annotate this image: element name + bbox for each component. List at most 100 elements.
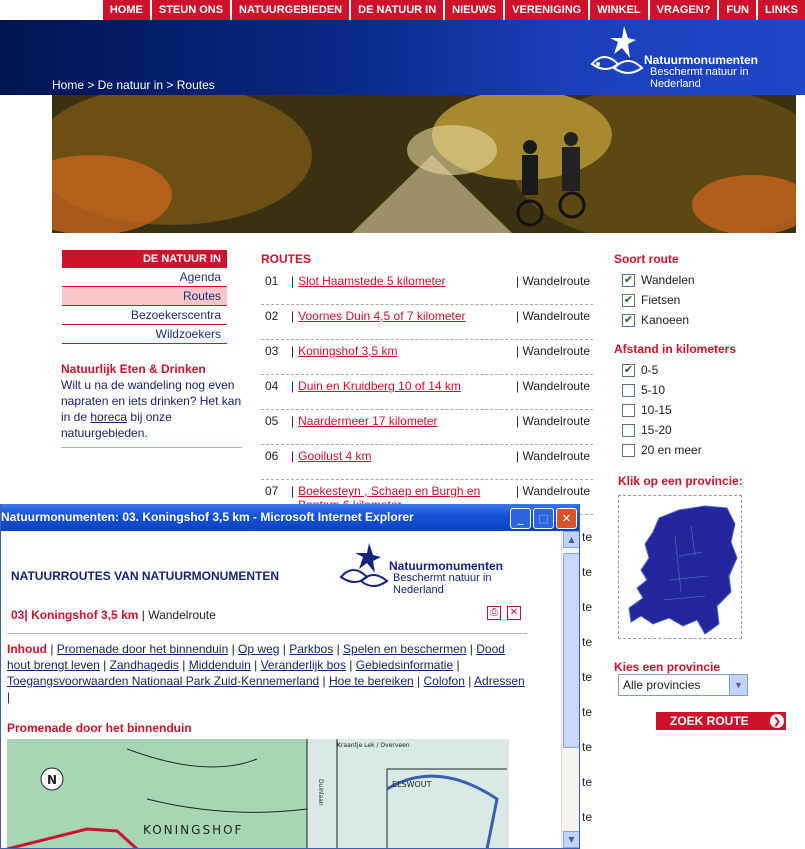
toc-link[interactable]: Veranderlijk bos: [261, 658, 346, 672]
popup-route-header: 03| Koningshof 3,5 km | Wandelroute: [11, 608, 216, 622]
top-nav-de-natuur-in[interactable]: DE NATUUR IN: [351, 0, 444, 20]
logo-tagline: Beschermt natuur in Nederland: [650, 66, 749, 90]
search-route-button[interactable]: ZOEK ROUTE ❯: [656, 712, 786, 730]
route-link[interactable]: Naardermeer 17 kilometer: [298, 414, 518, 428]
route-number: 01: [265, 274, 279, 288]
search-route-label: ZOEK ROUTE: [670, 714, 749, 728]
route-link[interactable]: Duin en Kruidberg 10 of 14 km: [298, 379, 518, 393]
separator: |: [291, 309, 295, 323]
horeca-link[interactable]: horeca: [90, 410, 127, 424]
route-type: | Wandelroute: [516, 414, 591, 428]
section-title: Promenade door het binnenduin: [7, 721, 192, 735]
checkbox-wandelen[interactable]: ✔ Wandelen: [614, 270, 794, 290]
print-icon[interactable]: ⎙: [487, 606, 501, 620]
toc-label: Inhoud: [7, 642, 47, 656]
route-type-fragment: te: [582, 810, 593, 824]
checkbox-box[interactable]: ✔: [622, 313, 635, 327]
toc-link[interactable]: Middenduin: [189, 658, 251, 672]
top-navigation: HOME STEUN ONS NATUURGEBIEDEN DE NATUUR IN N…: [0, 0, 805, 20]
top-nav-vragen[interactable]: VRAGEN?: [649, 0, 718, 20]
chevron-down-icon[interactable]: ▼: [729, 675, 747, 695]
toc-link[interactable]: Hoe te bereiken: [329, 674, 414, 688]
route-type: | Wandelroute: [516, 449, 591, 463]
minimize-icon[interactable]: _: [510, 508, 531, 529]
close-icon[interactable]: ✕: [507, 606, 521, 620]
map-label-koningshof: KONINGSHOF: [143, 823, 243, 837]
province-map[interactable]: [618, 495, 742, 639]
map-label-kraantje: Kraantje Lek / Overveen: [337, 742, 410, 749]
route-row: 04 | Duin en Kruidberg 10 of 14 km | Wandel…: [261, 375, 593, 410]
nav-item-routes[interactable]: Routes: [62, 287, 227, 306]
route-type: | Wandelroute: [516, 379, 591, 393]
checkbox-box[interactable]: [622, 403, 635, 417]
close-icon[interactable]: ✕: [556, 508, 577, 529]
top-nav-steun-ons[interactable]: STEUN ONS: [151, 0, 231, 20]
scroll-thumb[interactable]: [563, 553, 579, 748]
route-link[interactable]: Slot Haamstede 5 kilometer: [298, 274, 518, 288]
toc-link[interactable]: Colofon: [424, 674, 465, 688]
checkbox-5-10[interactable]: 5-10: [614, 380, 794, 400]
toc-link[interactable]: Toegangsvoorwaarden Nationaal Park Zuid-…: [7, 674, 319, 688]
soort-route-title: Soort route: [614, 252, 679, 266]
maximize-icon[interactable]: □: [533, 508, 554, 529]
route-type-fragment: te: [582, 565, 593, 579]
checkbox-box[interactable]: ✔: [622, 293, 635, 307]
top-nav-vereniging[interactable]: VERENIGING: [505, 0, 589, 20]
route-type-fragment: te: [582, 740, 593, 754]
toc-link[interactable]: Zandhagedis: [110, 658, 179, 672]
section-nav-header: DE NATUUR IN: [62, 250, 227, 268]
route-type-fragment: te: [582, 530, 593, 544]
route-row: 03 | Koningshof 3,5 km | Wandelroute: [261, 340, 593, 375]
route-link[interactable]: Koningshof 3,5 km: [298, 344, 518, 358]
checkbox-box[interactable]: [622, 423, 635, 437]
map-label-duinlaan: Duinlaan: [317, 779, 324, 806]
checkbox-box[interactable]: ✔: [622, 273, 635, 287]
breadcrumb: Home > De natuur in > Routes: [52, 78, 215, 92]
scroll-down-icon[interactable]: ▼: [563, 831, 579, 848]
top-nav-winkel[interactable]: WINKEL: [590, 0, 648, 20]
checkbox-box[interactable]: [622, 443, 635, 457]
route-number: 04: [265, 379, 279, 393]
top-nav-home[interactable]: HOME: [102, 0, 150, 20]
route-type-fragment: te: [582, 705, 593, 719]
checkbox-label: Fietsen: [641, 293, 681, 307]
checkbox-10-15[interactable]: 10-15: [614, 400, 794, 420]
nav-item-bezoekerscentra[interactable]: Bezoekerscentra: [62, 306, 227, 325]
toc-link[interactable]: Op weg: [238, 642, 279, 656]
netherlands-map-icon: [628, 505, 738, 635]
nav-item-wildzoekers[interactable]: Wildzoekers: [62, 325, 227, 344]
top-nav-links[interactable]: LINKS: [758, 0, 805, 20]
popup-scrollbar[interactable]: ▲ ▼: [561, 531, 579, 848]
svg-text:N: N: [47, 773, 57, 787]
top-nav-fun[interactable]: FUN: [719, 0, 756, 20]
toc-link[interactable]: Promenade door het binnenduin: [57, 642, 228, 656]
checkbox-kanoeen[interactable]: ✔ Kanoeen: [614, 310, 794, 330]
toc-link[interactable]: Spelen en beschermen: [343, 642, 466, 656]
popup-window-title: Natuurmonumenten: 03. Koningshof 3,5 km …: [1, 510, 414, 524]
province-select-value: Alle provincies: [623, 678, 701, 692]
top-nav-natuurgebieden[interactable]: NATUURGEBIEDEN: [232, 0, 350, 20]
toc-link[interactable]: Gebiedsinformatie: [356, 658, 453, 672]
checkbox-fietsen[interactable]: ✔ Fietsen: [614, 290, 794, 310]
route-link[interactable]: Voornes Duin 4,5 of 7 kilometer: [298, 309, 518, 323]
afstand-title: Afstand in kilometers: [614, 342, 737, 356]
route-number: 07: [265, 484, 279, 498]
route-row: 02 | Voornes Duin 4,5 of 7 kilometer | Wand…: [261, 305, 593, 340]
natuurmonumenten-logo[interactable]: Natuurmonumenten Beschermt natuur in Ned…: [584, 24, 798, 90]
scroll-up-icon[interactable]: ▲: [563, 531, 579, 548]
top-nav-nieuws[interactable]: NIEUWS: [445, 0, 504, 20]
toc-link[interactable]: Adressen: [474, 674, 525, 688]
checkbox-0-5[interactable]: ✔ 0-5: [614, 360, 794, 380]
nav-item-agenda[interactable]: Agenda: [62, 268, 227, 287]
popup-logo-tagline: Beschermt natuur in Nederland: [393, 572, 492, 596]
checkbox-label: Wandelen: [641, 273, 695, 287]
popup-heading: NATUURROUTES VAN NATUURMONUMENTEN: [11, 569, 279, 583]
province-select[interactable]: Alle provincies ▼: [618, 674, 748, 696]
eat-drink-title: Natuurlijk Eten & Drinken: [61, 362, 206, 376]
checkbox-box[interactable]: [622, 383, 635, 397]
checkbox-20-en-meer[interactable]: 20 en meer: [614, 440, 794, 460]
checkbox-box[interactable]: ✔: [622, 363, 635, 377]
toc-link[interactable]: Parkbos: [289, 642, 333, 656]
checkbox-15-20[interactable]: 15-20: [614, 420, 794, 440]
route-link[interactable]: Gooilust 4 km: [298, 449, 518, 463]
